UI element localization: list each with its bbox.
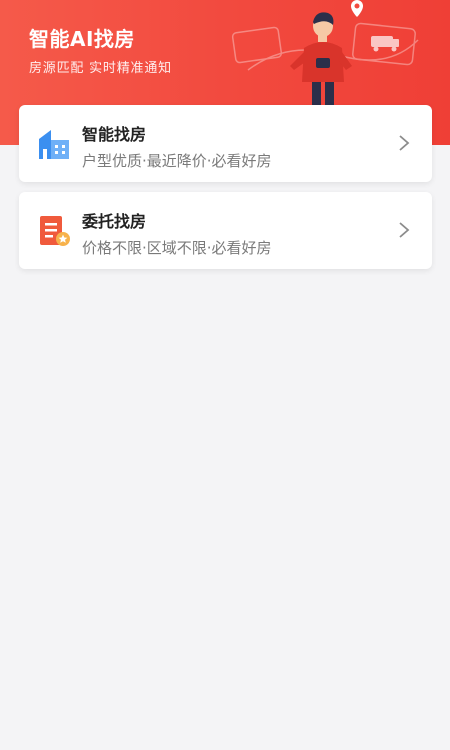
header-illustration — [231, 0, 419, 106]
chevron-right-icon — [399, 135, 410, 151]
card-description: 户型优质·最近降价·必看好房 — [82, 152, 272, 170]
smart-house-search-card[interactable]: 智能找房 户型优质·最近降价·必看好房 — [19, 105, 432, 182]
card-title: 委托找房 — [82, 212, 147, 231]
page-title: 智能AI找房 — [29, 27, 135, 51]
commission-house-search-card[interactable]: 委托找房 价格不限·区域不限·必看好房 — [19, 192, 432, 269]
document-commission-icon — [40, 216, 70, 246]
chevron-right-icon — [399, 222, 410, 238]
card-title: 智能找房 — [82, 125, 147, 144]
buildings-icon — [39, 130, 69, 159]
card-description: 价格不限·区域不限·必看好房 — [82, 239, 272, 257]
page-subtitle: 房源匹配 实时精准通知 — [29, 61, 172, 76]
